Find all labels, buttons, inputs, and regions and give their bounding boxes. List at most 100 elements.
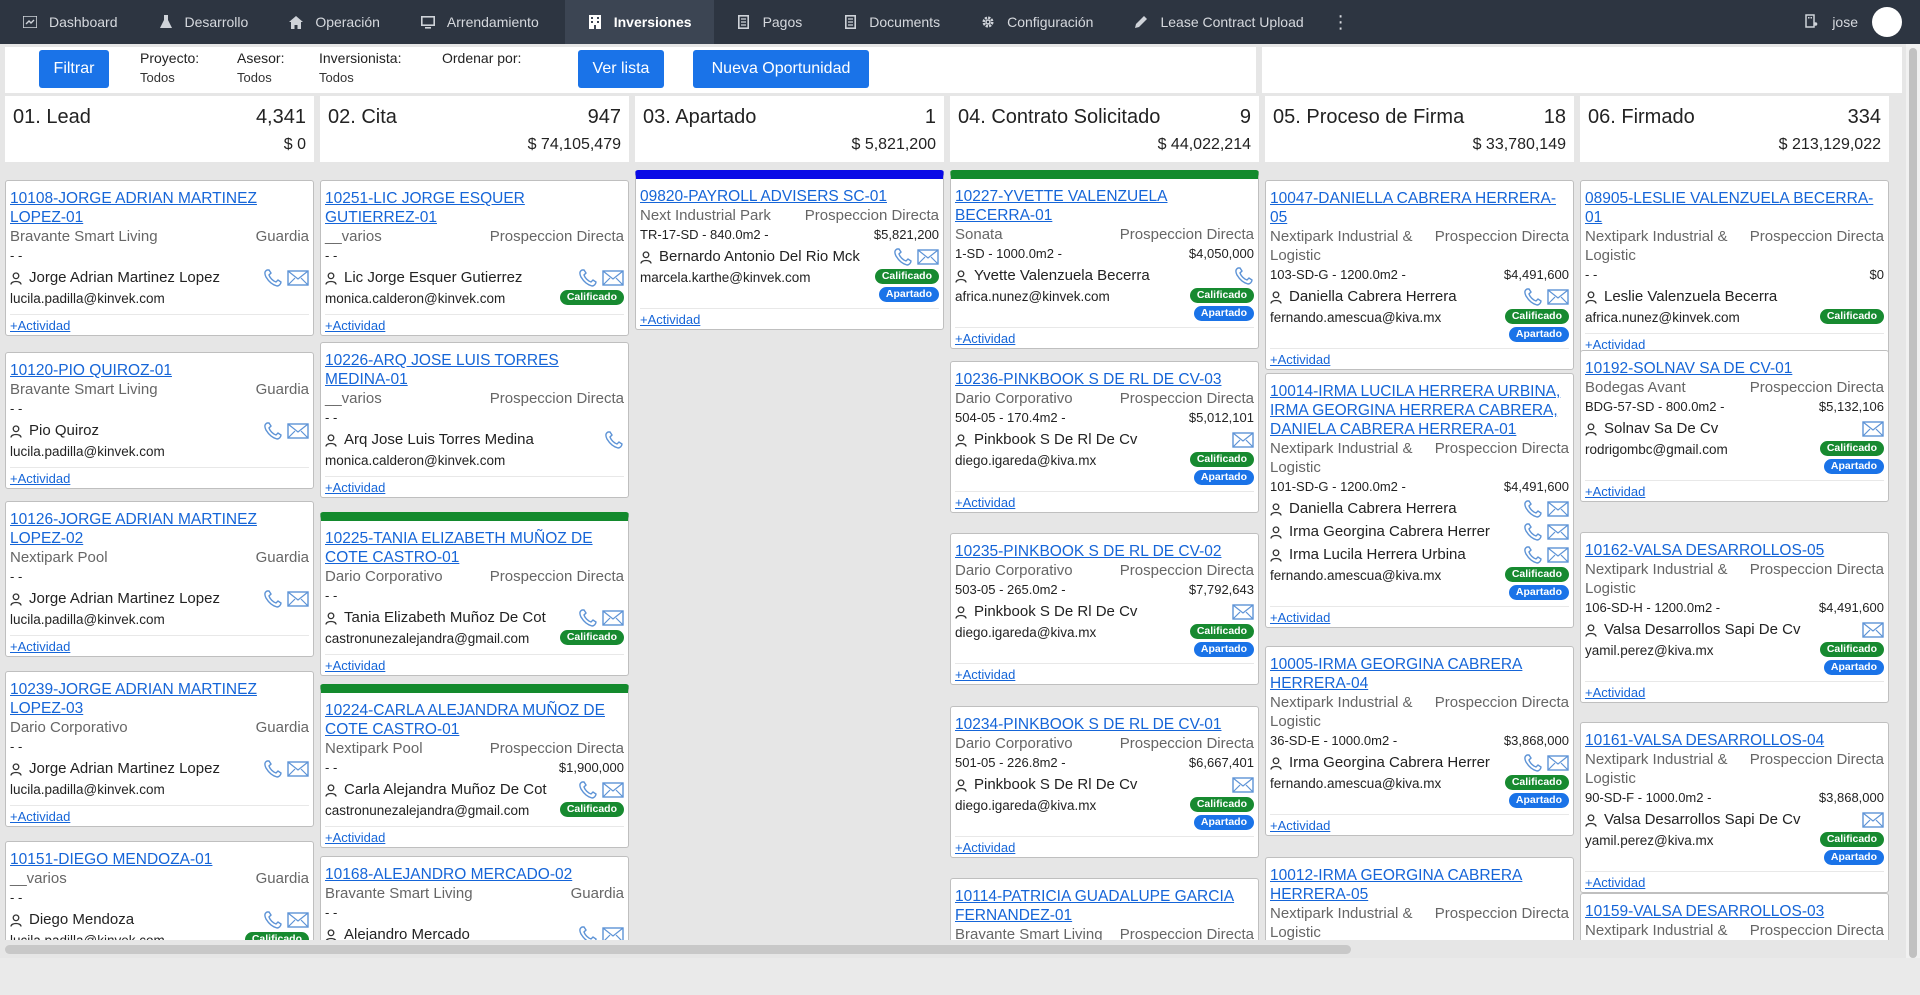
card-title-link[interactable]: 10226-ARQ JOSE LUIS TORRES MEDINA-01 — [325, 351, 624, 389]
card-title-link[interactable]: 10235-PINKBOOK S DE RL DE CV-02 — [955, 542, 1254, 561]
card-title-line[interactable]: 10235-PINKBOOK S DE RL DE CV-02 — [955, 542, 1254, 561]
add-activity-link[interactable]: +Actividad — [10, 467, 309, 486]
add-activity-link[interactable]: +Actividad — [1585, 480, 1884, 499]
mail-icon[interactable] — [602, 270, 624, 286]
opportunity-card[interactable]: 10239-JORGE ADRIAN MARTINEZ LOPEZ-03 Dario… — [5, 671, 314, 827]
filter-button[interactable]: Filtrar — [39, 50, 109, 88]
card-title-line[interactable]: 10239-JORGE ADRIAN MARTINEZ — [10, 680, 309, 699]
opportunity-card[interactable]: 10168-ALEJANDRO MERCADO-02 Bravante Smart… — [320, 856, 629, 940]
phone-icon[interactable] — [1523, 754, 1543, 772]
opportunity-card[interactable]: 10151-DIEGO MENDOZA-01 __varios Guardia - -… — [5, 841, 314, 940]
mail-icon[interactable] — [287, 270, 309, 286]
phone-icon[interactable] — [1523, 288, 1543, 306]
mail-icon[interactable] — [917, 249, 939, 265]
opportunity-card[interactable]: 10012-IRMA GEORGINA CABRERA HERRERA-05 Nex… — [1265, 857, 1574, 940]
mail-icon[interactable] — [1232, 604, 1254, 620]
card-title-link[interactable]: 10162-VALSA DESARROLLOS-05 — [1585, 541, 1884, 560]
card-title-line[interactable]: 10159-VALSA DESARROLLOS-03 — [1585, 902, 1884, 921]
user-menu[interactable]: jose — [1804, 0, 1902, 44]
card-title-line[interactable]: 10126-JORGE ADRIAN MARTINEZ — [10, 510, 309, 529]
card-title-line[interactable]: 10120-PIO QUIROZ-01 — [10, 361, 309, 380]
card-title-link[interactable]: 10108-JORGE ADRIAN MARTINEZ LOPEZ-01 — [10, 189, 309, 227]
card-title-link[interactable]: 10236-PINKBOOK S DE RL DE CV-03 — [955, 370, 1254, 389]
mail-icon[interactable] — [1232, 432, 1254, 448]
phone-icon[interactable] — [263, 269, 283, 287]
card-title-link[interactable]: 10159-VALSA DESARROLLOS-03 — [1585, 902, 1884, 921]
card-title-line[interactable]: 10162-VALSA DESARROLLOS-05 — [1585, 541, 1884, 560]
card-title-link[interactable]: 10227-YVETTE VALENZUELA BECERRA-01 — [955, 187, 1254, 225]
card-title-link[interactable]: 10120-PIO QUIROZ-01 — [10, 361, 309, 380]
add-activity-link[interactable]: +Actividad — [325, 476, 624, 495]
filter-ordenar[interactable]: Ordenar por: — [442, 49, 521, 68]
card-title-link[interactable]: 10014-IRMA LUCILA HERRERA URBINA, IRMA GE… — [1270, 382, 1569, 439]
add-activity-link[interactable]: +Actividad — [10, 635, 309, 654]
card-title-line[interactable]: 10227-YVETTE VALENZUELA — [955, 187, 1254, 206]
card-title-line[interactable]: 10012-IRMA GEORGINA CABRERA — [1270, 866, 1569, 885]
filter-proyecto[interactable]: Proyecto: Todos — [140, 49, 199, 87]
card-title-link[interactable]: 10126-JORGE ADRIAN MARTINEZ LOPEZ-02 — [10, 510, 309, 548]
card-title-line[interactable]: 08905-LESLIE VALENZUELA BECERRA-01 — [1585, 189, 1884, 227]
mail-icon[interactable] — [1862, 622, 1884, 638]
mail-icon[interactable] — [1547, 755, 1569, 771]
add-activity-link[interactable]: +Actividad — [10, 314, 309, 333]
card-title-line[interactable]: 10151-DIEGO MENDOZA-01 — [10, 850, 309, 869]
nav-operacion[interactable]: Operación — [288, 0, 398, 44]
phone-icon[interactable] — [263, 590, 283, 608]
phone-icon[interactable] — [604, 431, 624, 449]
card-title-line[interactable]: HERRERA-04 — [1270, 674, 1569, 693]
add-activity-link[interactable]: +Actividad — [1585, 681, 1884, 700]
opportunity-card[interactable]: 10005-IRMA GEORGINA CABRERA HERRERA-04 Nex… — [1265, 646, 1574, 836]
vertical-scrollbar-thumb[interactable] — [1909, 48, 1917, 958]
mail-icon[interactable] — [1862, 421, 1884, 437]
add-activity-link[interactable]: +Actividad — [1270, 814, 1569, 833]
mail-icon[interactable] — [287, 761, 309, 777]
card-title-link[interactable]: 10047-DANIELLA CABRERA HERRERA-05 — [1270, 189, 1569, 227]
card-title-link[interactable]: 10005-IRMA GEORGINA CABRERA HERRERA-04 — [1270, 655, 1569, 693]
phone-icon[interactable] — [578, 269, 598, 287]
card-title-line[interactable]: BECERRA-01 — [955, 206, 1254, 225]
card-title-line[interactable]: 10226-ARQ JOSE LUIS TORRES — [325, 351, 624, 370]
opportunity-card[interactable]: 10236-PINKBOOK S DE RL DE CV-03 Dario Cor… — [950, 361, 1259, 513]
mail-icon[interactable] — [1547, 501, 1569, 517]
phone-icon[interactable] — [578, 781, 598, 799]
card-title-line[interactable]: 10224-CARLA ALEJANDRA MUÑOZ DE — [325, 701, 624, 720]
nav-dashboard[interactable]: Dashboard — [22, 0, 136, 44]
card-title-line[interactable]: 10161-VALSA DESARROLLOS-04 — [1585, 731, 1884, 750]
card-title-link[interactable]: 10251-LIC JORGE ESQUER GUTIERREZ-01 — [325, 189, 624, 227]
mail-icon[interactable] — [287, 912, 309, 928]
card-title-line[interactable]: GUTIERREZ-01 — [325, 208, 624, 227]
mail-icon[interactable] — [602, 610, 624, 626]
nav-inversiones[interactable]: Inversiones — [564, 0, 714, 44]
ver-lista-button[interactable]: Ver lista — [578, 50, 664, 88]
card-title-line[interactable]: HERRERA-05 — [1270, 885, 1569, 904]
card-title-line[interactable]: COTE CASTRO-01 — [325, 548, 624, 567]
opportunity-card[interactable]: 10226-ARQ JOSE LUIS TORRES MEDINA-01 __var… — [320, 342, 629, 498]
opportunity-card[interactable]: 10162-VALSA DESARROLLOS-05 Nextipark Indu… — [1580, 532, 1889, 703]
mail-icon[interactable] — [1862, 812, 1884, 828]
mail-icon[interactable] — [1232, 777, 1254, 793]
opportunity-card[interactable]: 09820-PAYROLL ADVISERS SC-01 Next Industr… — [635, 170, 944, 330]
add-activity-link[interactable]: +Actividad — [1270, 606, 1569, 625]
card-title-line[interactable]: MEDINA-01 — [325, 370, 624, 389]
mail-icon[interactable] — [287, 423, 309, 439]
card-title-link[interactable]: 08905-LESLIE VALENZUELA BECERRA-01 — [1585, 189, 1884, 227]
add-activity-link[interactable]: +Actividad — [1270, 348, 1569, 367]
nav-documents[interactable]: Documents — [842, 0, 958, 44]
add-activity-link[interactable]: +Actividad — [955, 836, 1254, 855]
opportunity-card[interactable]: 10227-YVETTE VALENZUELA BECERRA-01 Sonata P… — [950, 170, 1259, 349]
card-title-link[interactable]: 10192-SOLNAV SA DE CV-01 — [1585, 359, 1884, 378]
phone-icon[interactable] — [263, 422, 283, 440]
card-title-link[interactable]: 09820-PAYROLL ADVISERS SC-01 — [640, 187, 939, 206]
mail-icon[interactable] — [602, 927, 624, 940]
opportunity-card[interactable]: 10114-PATRICIA GUADALUPE GARCIA FERNANDEZ… — [950, 878, 1259, 940]
phone-icon[interactable] — [1523, 523, 1543, 541]
opportunity-card[interactable]: 10159-VALSA DESARROLLOS-03 Nextipark Indu… — [1580, 893, 1889, 940]
phone-icon[interactable] — [578, 926, 598, 940]
card-title-link[interactable]: 10224-CARLA ALEJANDRA MUÑOZ DE COTE CASTR… — [325, 701, 624, 739]
mail-icon[interactable] — [1547, 289, 1569, 305]
nav-configuracion[interactable]: Configuración — [980, 0, 1111, 44]
card-title-link[interactable]: 10234-PINKBOOK S DE RL DE CV-01 — [955, 715, 1254, 734]
card-title-line[interactable]: 10114-PATRICIA GUADALUPE GARCIA — [955, 887, 1254, 906]
card-title-line[interactable]: 10225-TANIA ELIZABETH MUÑOZ DE — [325, 529, 624, 548]
card-title-line[interactable]: 10005-IRMA GEORGINA CABRERA — [1270, 655, 1569, 674]
